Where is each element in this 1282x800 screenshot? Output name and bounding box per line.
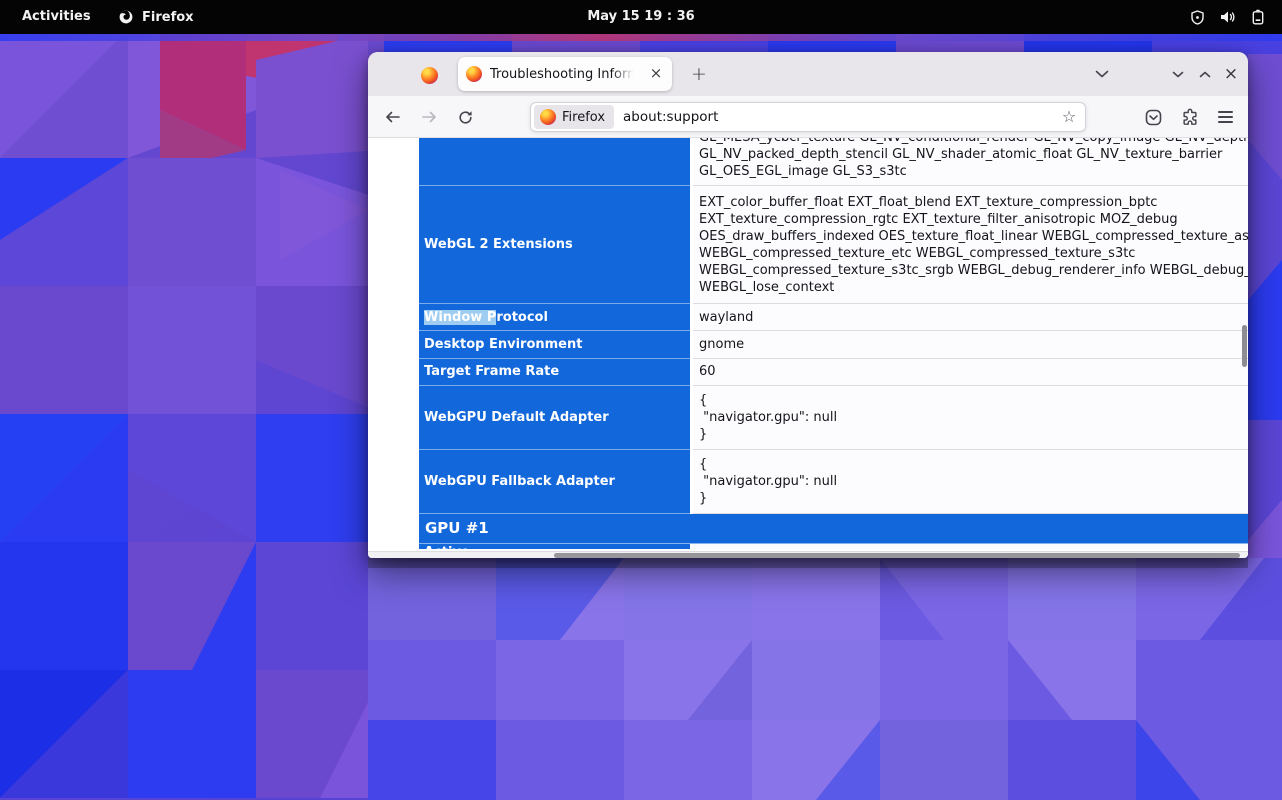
bookmark-star-icon[interactable]: ☆ xyxy=(1057,105,1081,129)
navigation-toolbar: Firefox about:support ☆ xyxy=(368,96,1248,138)
shield-icon xyxy=(1191,10,1204,25)
reload-icon xyxy=(458,110,473,125)
tab-title: Troubleshooting Information xyxy=(490,67,638,82)
chevron-down-icon xyxy=(1095,70,1109,78)
close-icon: × xyxy=(1224,66,1238,83)
url-identity-chip[interactable]: Firefox xyxy=(534,105,614,129)
window-maximize-button[interactable] xyxy=(1193,62,1217,86)
app-menu-button[interactable] xyxy=(1212,104,1238,130)
row-label: WebGPU Default Adapter xyxy=(419,386,690,450)
pocket-icon xyxy=(1145,109,1162,126)
gnome-top-bar: Activities Firefox May 15 19 : 36 xyxy=(0,0,1282,34)
maximize-chevron-icon xyxy=(1199,71,1211,78)
url-text[interactable]: about:support xyxy=(623,109,1057,125)
row-value: 60 xyxy=(693,359,1248,386)
url-bar[interactable]: Firefox about:support ☆ xyxy=(530,102,1086,132)
window-close-button[interactable]: × xyxy=(1219,62,1243,86)
tab-close-icon[interactable]: × xyxy=(646,64,666,84)
row-value: { "navigator.gpu": null } xyxy=(693,450,1248,514)
section-header-gpu1: GPU #1 xyxy=(419,514,1248,544)
table-row: GL_MESA_ycbcr_texture GL_NV_conditional_… xyxy=(419,138,1248,186)
row-label: WebGPU Fallback Adapter xyxy=(419,450,690,514)
firefox-icon xyxy=(540,109,556,125)
horizontal-scrollbar[interactable] xyxy=(368,551,1248,558)
minimize-chevron-icon xyxy=(1172,71,1184,78)
table-row-partial: Active xyxy=(419,544,1248,549)
tab-bar: Troubleshooting Information × + × xyxy=(368,52,1248,96)
row-value: EXT_color_buffer_float EXT_float_blend E… xyxy=(693,186,1248,304)
horizontal-scrollbar-thumb[interactable] xyxy=(554,553,1240,558)
tab-favicon-firefox-icon xyxy=(466,66,482,82)
forward-arrow-icon xyxy=(421,111,437,123)
hamburger-menu-icon xyxy=(1218,108,1233,126)
system-status-area[interactable] xyxy=(1191,0,1264,34)
tab-troubleshooting[interactable]: Troubleshooting Information × xyxy=(458,57,672,91)
new-tab-button[interactable]: + xyxy=(686,62,712,88)
find-highlight: Window P xyxy=(424,310,496,325)
back-button[interactable] xyxy=(380,104,406,130)
row-value xyxy=(693,544,1248,549)
page-content-about-support: GL_MESA_ycbcr_texture GL_NV_conditional_… xyxy=(368,138,1248,551)
row-label: Target Frame Rate xyxy=(419,359,690,386)
battery-icon xyxy=(1252,9,1264,25)
url-chip-label: Firefox xyxy=(562,110,605,125)
clock[interactable]: May 15 19 : 36 xyxy=(0,0,1282,34)
row-label: Desktop Environment xyxy=(419,331,690,358)
table-row: Desktop Environment gnome xyxy=(419,331,1248,358)
table-row: WebGL 2 Extensions EXT_color_buffer_floa… xyxy=(419,186,1248,304)
vertical-scrollbar-thumb[interactable] xyxy=(1242,325,1247,367)
back-arrow-icon xyxy=(385,111,401,123)
table-row: WebGPU Default Adapter { "navigator.gpu"… xyxy=(419,386,1248,450)
row-label: WebGL 2 Extensions xyxy=(419,186,690,304)
extensions-puzzle-icon xyxy=(1181,108,1199,126)
reload-button[interactable] xyxy=(452,104,478,130)
row-label xyxy=(419,138,690,186)
row-value: wayland xyxy=(693,304,1248,331)
firefox-window: Troubleshooting Information × + × xyxy=(368,52,1248,558)
firefox-icon xyxy=(421,67,438,84)
table-row: Window Protocol wayland xyxy=(419,304,1248,331)
forward-button[interactable] xyxy=(416,104,442,130)
row-label: Window Protocol xyxy=(419,304,690,331)
row-label: Active xyxy=(419,544,690,549)
row-value: { "navigator.gpu": null } xyxy=(693,386,1248,450)
graphics-support-table: GL_MESA_ycbcr_texture GL_NV_conditional_… xyxy=(419,138,1248,549)
row-value: gnome xyxy=(693,331,1248,358)
pocket-button[interactable] xyxy=(1140,104,1166,130)
extensions-button[interactable] xyxy=(1177,104,1203,130)
table-row: Target Frame Rate 60 xyxy=(419,359,1248,386)
table-row: WebGPU Fallback Adapter { "navigator.gpu… xyxy=(419,450,1248,514)
list-all-tabs-button[interactable] xyxy=(1090,63,1114,85)
row-value: GL_MESA_ycbcr_texture GL_NV_conditional_… xyxy=(693,138,1248,186)
firefox-view-button[interactable] xyxy=(418,64,440,86)
volume-icon xyxy=(1220,10,1236,24)
window-minimize-button[interactable] xyxy=(1166,62,1190,86)
